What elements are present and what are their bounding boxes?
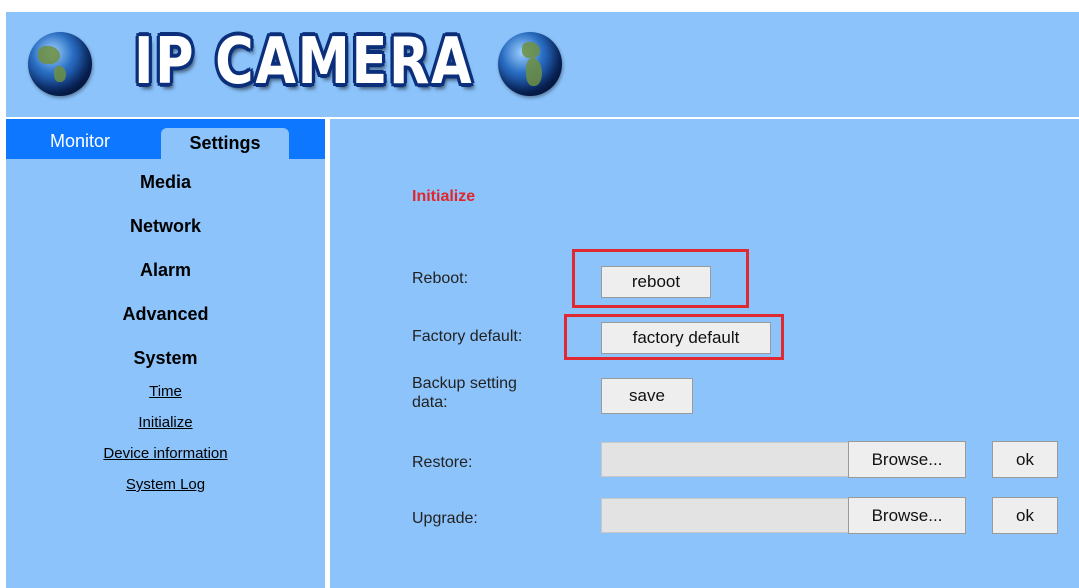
restore-file-input[interactable]: [601, 442, 849, 477]
factory-default-label: Factory default:: [412, 328, 523, 345]
app-title: IP CAMERA: [134, 25, 474, 99]
menu-item-media[interactable]: Media: [6, 167, 325, 211]
submenu-link-system-log[interactable]: System Log: [6, 474, 325, 505]
submenu-link-initialize[interactable]: Initialize: [6, 412, 325, 443]
menu-item-network[interactable]: Network: [6, 211, 325, 255]
globe-icon-right: [498, 32, 562, 96]
menu-item-alarm[interactable]: Alarm: [6, 255, 325, 299]
save-button[interactable]: save: [601, 378, 693, 414]
reboot-button[interactable]: reboot: [601, 266, 711, 298]
submenu-link-device-information[interactable]: Device information: [6, 443, 325, 474]
restore-ok-button[interactable]: ok: [992, 441, 1058, 478]
submenu-link-time[interactable]: Time: [6, 381, 325, 412]
header-banner: IP CAMERA: [6, 12, 1079, 117]
menu-item-system[interactable]: System: [6, 343, 325, 381]
tab-monitor[interactable]: Monitor: [50, 131, 110, 152]
system-submenu: Time Initialize Device information Syste…: [6, 381, 325, 505]
app-frame: IP CAMERA Monitor Settings Media Network…: [6, 12, 1079, 588]
upgrade-browse-button[interactable]: Browse...: [848, 497, 966, 534]
tab-settings[interactable]: Settings: [161, 128, 289, 159]
restore-browse-button[interactable]: Browse...: [848, 441, 966, 478]
backup-setting-data-label: Backup setting data:: [412, 375, 517, 411]
page-title: Initialize: [412, 188, 476, 205]
menu-item-advanced[interactable]: Advanced: [6, 299, 325, 343]
factory-default-button[interactable]: factory default: [601, 322, 771, 354]
upgrade-ok-button[interactable]: ok: [992, 497, 1058, 534]
tab-bar: Monitor Settings: [6, 119, 325, 159]
upgrade-label: Upgrade:: [412, 510, 478, 527]
sidebar: Monitor Settings Media Network Alarm Adv…: [6, 119, 325, 588]
globe-icon-left: [28, 32, 92, 96]
upgrade-file-input[interactable]: [601, 498, 849, 533]
main-content: Initialize Reboot: reboot Factory defaul…: [330, 119, 1079, 588]
reboot-label: Reboot:: [412, 270, 469, 287]
restore-label: Restore:: [412, 454, 473, 471]
settings-menu: Media Network Alarm Advanced System Time…: [6, 167, 325, 505]
